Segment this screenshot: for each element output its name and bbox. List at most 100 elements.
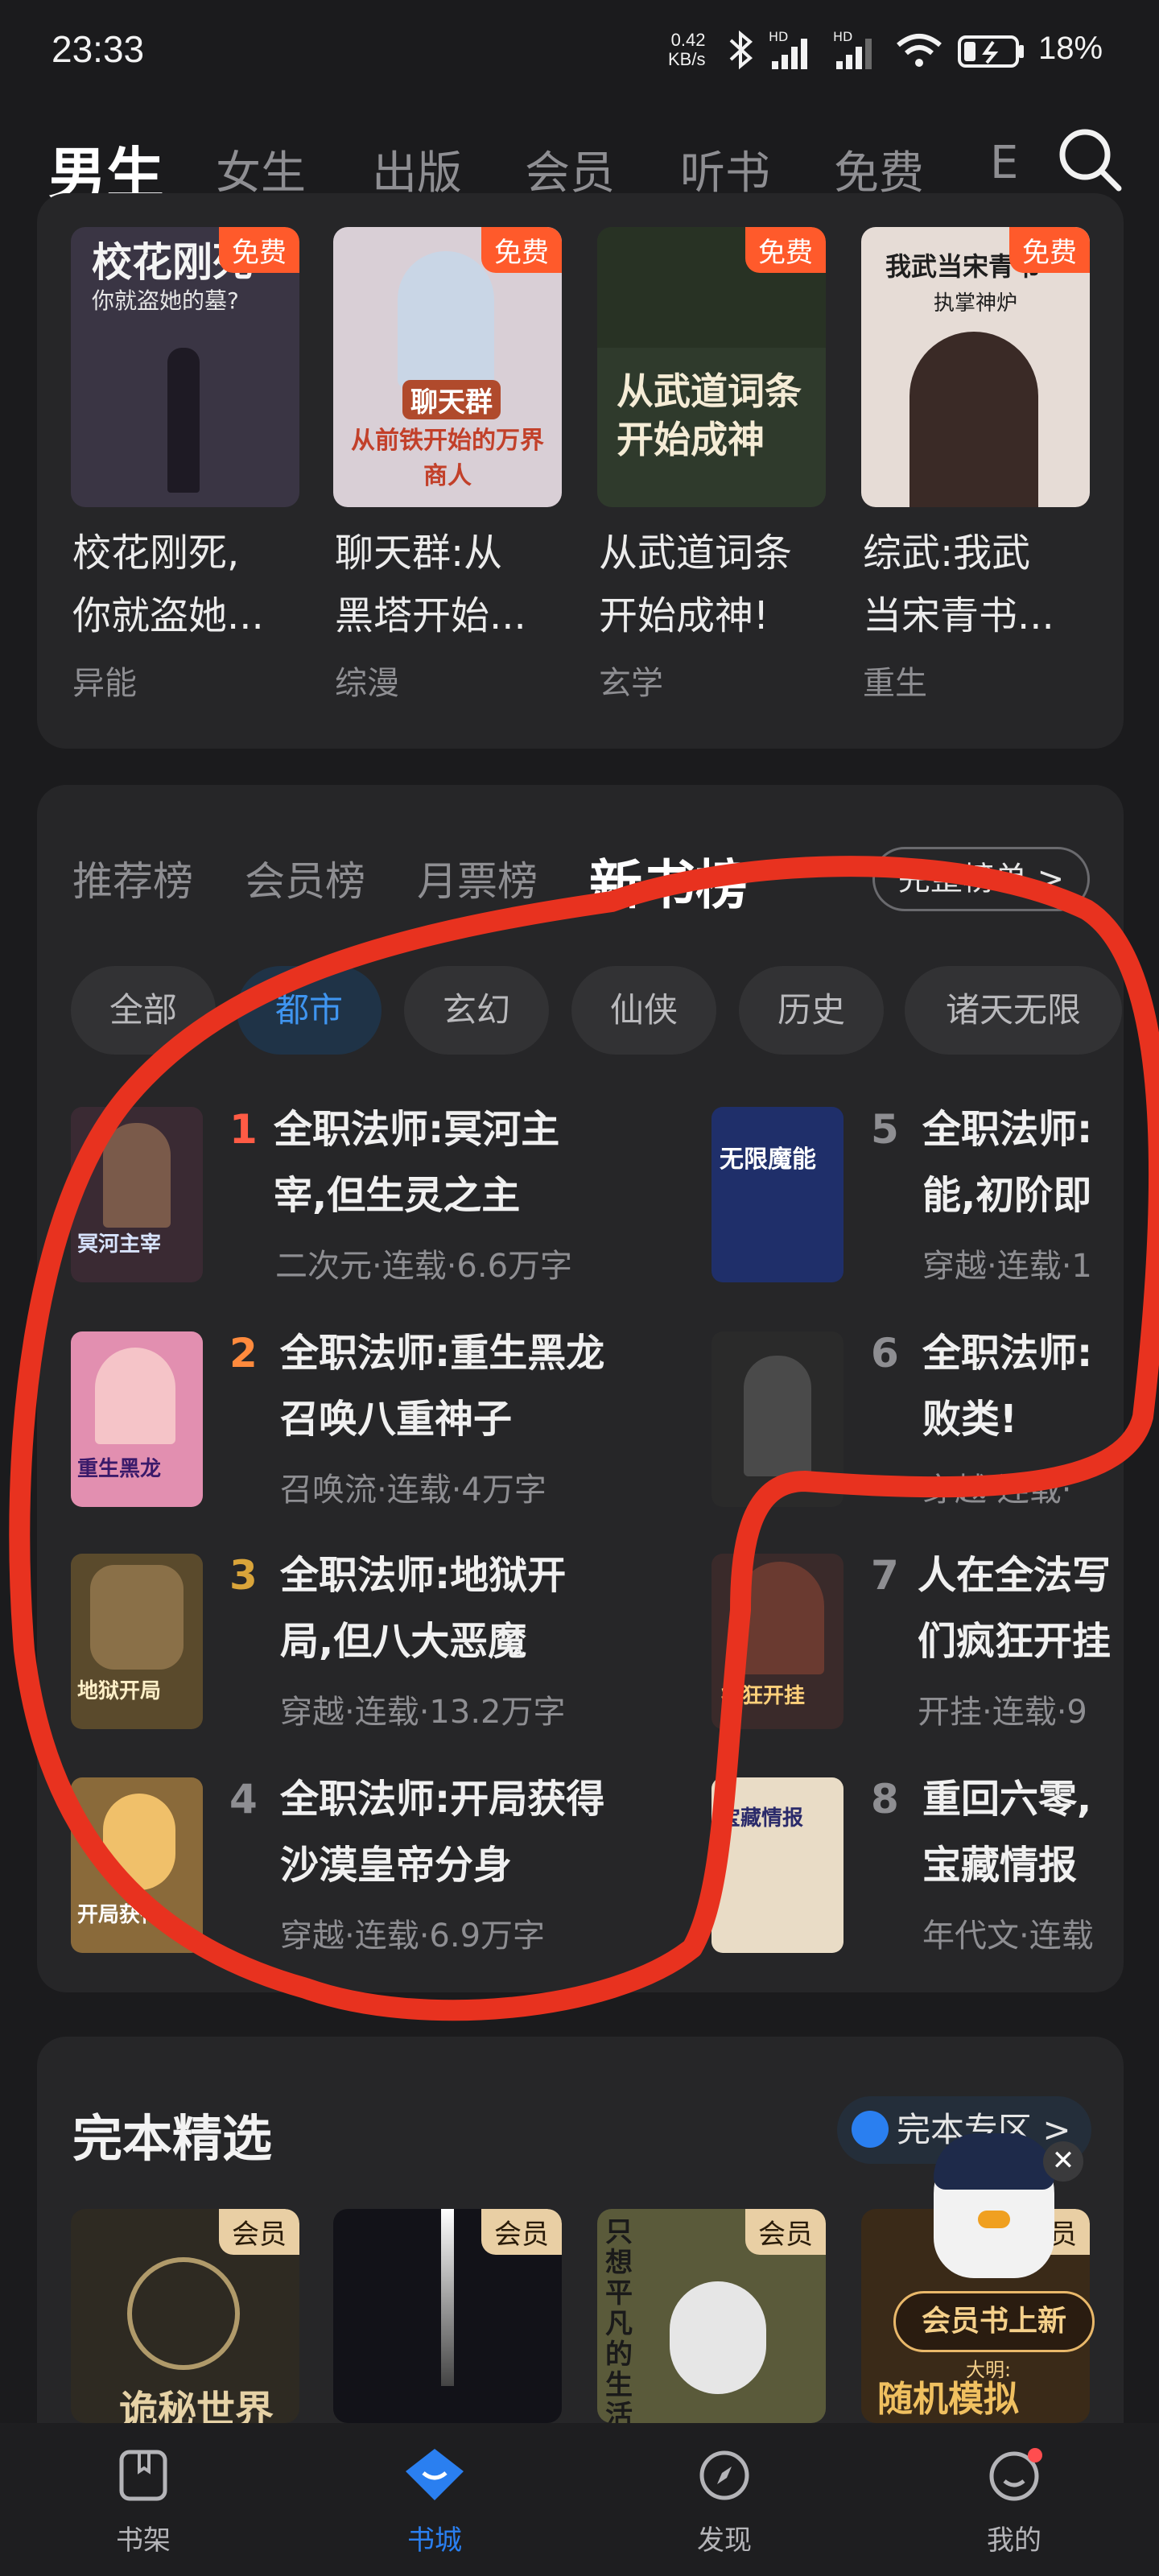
full-list-button[interactable]: 完整榜单 > [872, 847, 1090, 911]
nav-label: 书城 [407, 2524, 462, 2557]
nav-bookstore[interactable]: 书城 [354, 2447, 515, 2557]
chip-fantasy[interactable]: 玄幻 [404, 966, 549, 1055]
title-line: 能,初阶即 [922, 1173, 1092, 1218]
cover-text: 冥河主宰 [77, 1232, 162, 1257]
tab-vip-rank[interactable]: 会员榜 [245, 849, 365, 907]
nav-discover[interactable]: 发现 [644, 2447, 805, 2557]
tab-vip[interactable]: 会员 [525, 137, 615, 202]
book-title-line: 开始成神! [599, 593, 769, 638]
nav-me[interactable]: 我的 [934, 2447, 1095, 2557]
book-title-line: 当宋青书... [863, 593, 1054, 638]
book-cover[interactable]: 诡秘世界 会员 [71, 2209, 299, 2423]
vip-badge: 会员 [219, 2209, 299, 2255]
close-icon: ✕ [1051, 2145, 1075, 2177]
rank-book-title[interactable]: 重回六零, 宝藏情报 [922, 1766, 1124, 1898]
vip-badge: 会员 [481, 2209, 562, 2255]
rank-number: 6 [871, 1330, 899, 1377]
promo-label: 会员书上新 [893, 2291, 1095, 2352]
cover-text: 只想平凡的生活 [605, 2216, 633, 2423]
chip-all[interactable]: 全部 [71, 966, 216, 1055]
book-cover[interactable]: 校花刚死 你就盗她的墓? 免费 [71, 227, 299, 507]
profile-icon [989, 2448, 1042, 2501]
rank-book-title[interactable]: 人在全法写 们疯狂开挂 [918, 1542, 1124, 1674]
book-genre-tag: 重生 [863, 665, 927, 702]
title-line: 宝藏情报 [922, 1843, 1078, 1888]
book-cover[interactable]: 从武道词条 开始成神 免费 [597, 227, 826, 507]
free-badge: 免费 [1009, 227, 1090, 273]
title-line: 沙漠皇帝分身 [280, 1843, 513, 1888]
rank-book-cover[interactable]: 疯狂开挂 [711, 1554, 843, 1729]
rank-number: 4 [229, 1776, 258, 1823]
book-title[interactable]: 从武道词条 开始成神! [599, 522, 840, 647]
rank-book-meta: 穿越·连载·1 [922, 1248, 1092, 1285]
signal-icon-2 [836, 39, 872, 69]
title-line: 全职法师:冥河主 [274, 1107, 560, 1152]
title-line: 宰,但生灵之主 [274, 1173, 521, 1218]
cover-figure [167, 348, 200, 493]
book-title[interactable]: 综武:我武 当宋青书... [863, 522, 1104, 647]
chip-infinite-worlds[interactable]: 诸天无限 [905, 966, 1122, 1055]
nav-label: 我的 [987, 2524, 1041, 2557]
title-line: 们疯狂开挂 [918, 1619, 1112, 1664]
title-line: 败类! [922, 1397, 1017, 1442]
network-speed: 0.42 KB/s [668, 31, 705, 69]
title-line: 全职法师: [922, 1107, 1093, 1152]
cover-subtitle: 开始成神 [617, 418, 765, 461]
tab-more-cut[interactable]: E [990, 137, 1019, 189]
book-title[interactable]: 聊天群:从 黑塔开始... [335, 522, 576, 647]
cover-text: 地狱开局 [77, 1679, 162, 1703]
book-cover[interactable]: 聊天群 从前铁开始的万界商人 免费 [333, 227, 562, 507]
book-title-line: 黑塔开始... [335, 593, 526, 638]
tab-recommend-rank[interactable]: 推荐榜 [72, 849, 193, 907]
rank-book-meta: 二次元·连载·6.6万字 [275, 1248, 573, 1285]
book-cover[interactable]: 只想平凡的生活 会员 [597, 2209, 826, 2423]
rank-book-cover[interactable]: 宝藏情报 [711, 1777, 843, 1953]
tab-publishing[interactable]: 出版 [372, 137, 462, 202]
rank-book-meta: 穿越·连载·13.2万字 [280, 1694, 566, 1731]
book-title[interactable]: 校花刚死, 你就盗她... [72, 522, 314, 647]
cover-subtitle: 你就盗她的墓? [92, 287, 239, 314]
rank-book-meta: 年代文·连载 [922, 1918, 1094, 1955]
nav-bookshelf[interactable]: 书架 [63, 2447, 224, 2557]
rank-book-title[interactable]: 全职法师:冥河主 宰,但生灵之主 [274, 1096, 668, 1228]
tab-free[interactable]: 免费 [834, 137, 924, 202]
rank-book-cover[interactable]: 冥河主宰 [71, 1107, 203, 1282]
rank-book-cover[interactable]: 重生黑龙 [71, 1331, 203, 1507]
close-promo-button[interactable]: ✕ [1043, 2141, 1083, 2182]
status-bar: 23:33 0.42 KB/s HD HD 18% [0, 0, 1159, 97]
compass-icon [699, 2450, 749, 2500]
rank-book-title[interactable]: 全职法师:地狱开 局,但八大恶魔 [280, 1542, 674, 1674]
rank-book-title[interactable]: 全职法师: 能,初阶即 [922, 1096, 1124, 1228]
search-icon[interactable] [1054, 124, 1124, 193]
tab-female[interactable]: 女生 [216, 137, 306, 202]
title-line: 全职法师:开局获得 [280, 1777, 605, 1822]
rank-book-title[interactable]: 全职法师: 败类! [922, 1320, 1124, 1452]
rank-number: 7 [871, 1552, 899, 1599]
chip-history[interactable]: 历史 [739, 966, 884, 1055]
promo-sub: 大明: [966, 2359, 1012, 2381]
cover-text: 宝藏情报 [720, 1806, 804, 1831]
title-line: 局,但八大恶魔 [280, 1619, 527, 1664]
rank-book-meta: 穿越·连载· [922, 1472, 1072, 1509]
rank-book-cover[interactable]: 地狱开局 [71, 1554, 203, 1729]
tab-monthly-ticket-rank[interactable]: 月票榜 [417, 849, 538, 907]
cover-text: 诡秘世界 [119, 2388, 274, 2423]
book-cover[interactable]: 我武当宋青书 执掌神炉 免费 [861, 227, 1090, 507]
book-cover[interactable]: 会员 [333, 2209, 562, 2423]
bottom-navigation: 书架 书城 发现 我的 [0, 2423, 1159, 2576]
nav-label: 书架 [116, 2524, 171, 2557]
title-line: 全职法师:重生黑龙 [280, 1331, 605, 1376]
rank-book-cover[interactable]: 开局获得 [71, 1777, 203, 1953]
chip-urban[interactable]: 都市 [237, 966, 382, 1055]
rank-book-cover[interactable]: 无限魔能 [711, 1107, 843, 1282]
rank-book-title[interactable]: 全职法师:重生黑龙 召唤八重神子 [280, 1320, 674, 1452]
rank-book-meta: 召唤流·连载·4万字 [280, 1472, 547, 1509]
chip-xianxia[interactable]: 仙侠 [571, 966, 716, 1055]
bookshelf-icon [119, 2450, 167, 2501]
rank-book-cover[interactable] [711, 1331, 843, 1507]
cover-title: 聊天群 [402, 380, 501, 419]
tab-new-book-rank[interactable]: 新书榜 [589, 842, 749, 919]
tab-audiobook[interactable]: 听书 [680, 137, 770, 202]
rank-book-title[interactable]: 全职法师:开局获得 沙漠皇帝分身 [280, 1766, 674, 1898]
book-title-line: 你就盗她... [72, 593, 264, 638]
